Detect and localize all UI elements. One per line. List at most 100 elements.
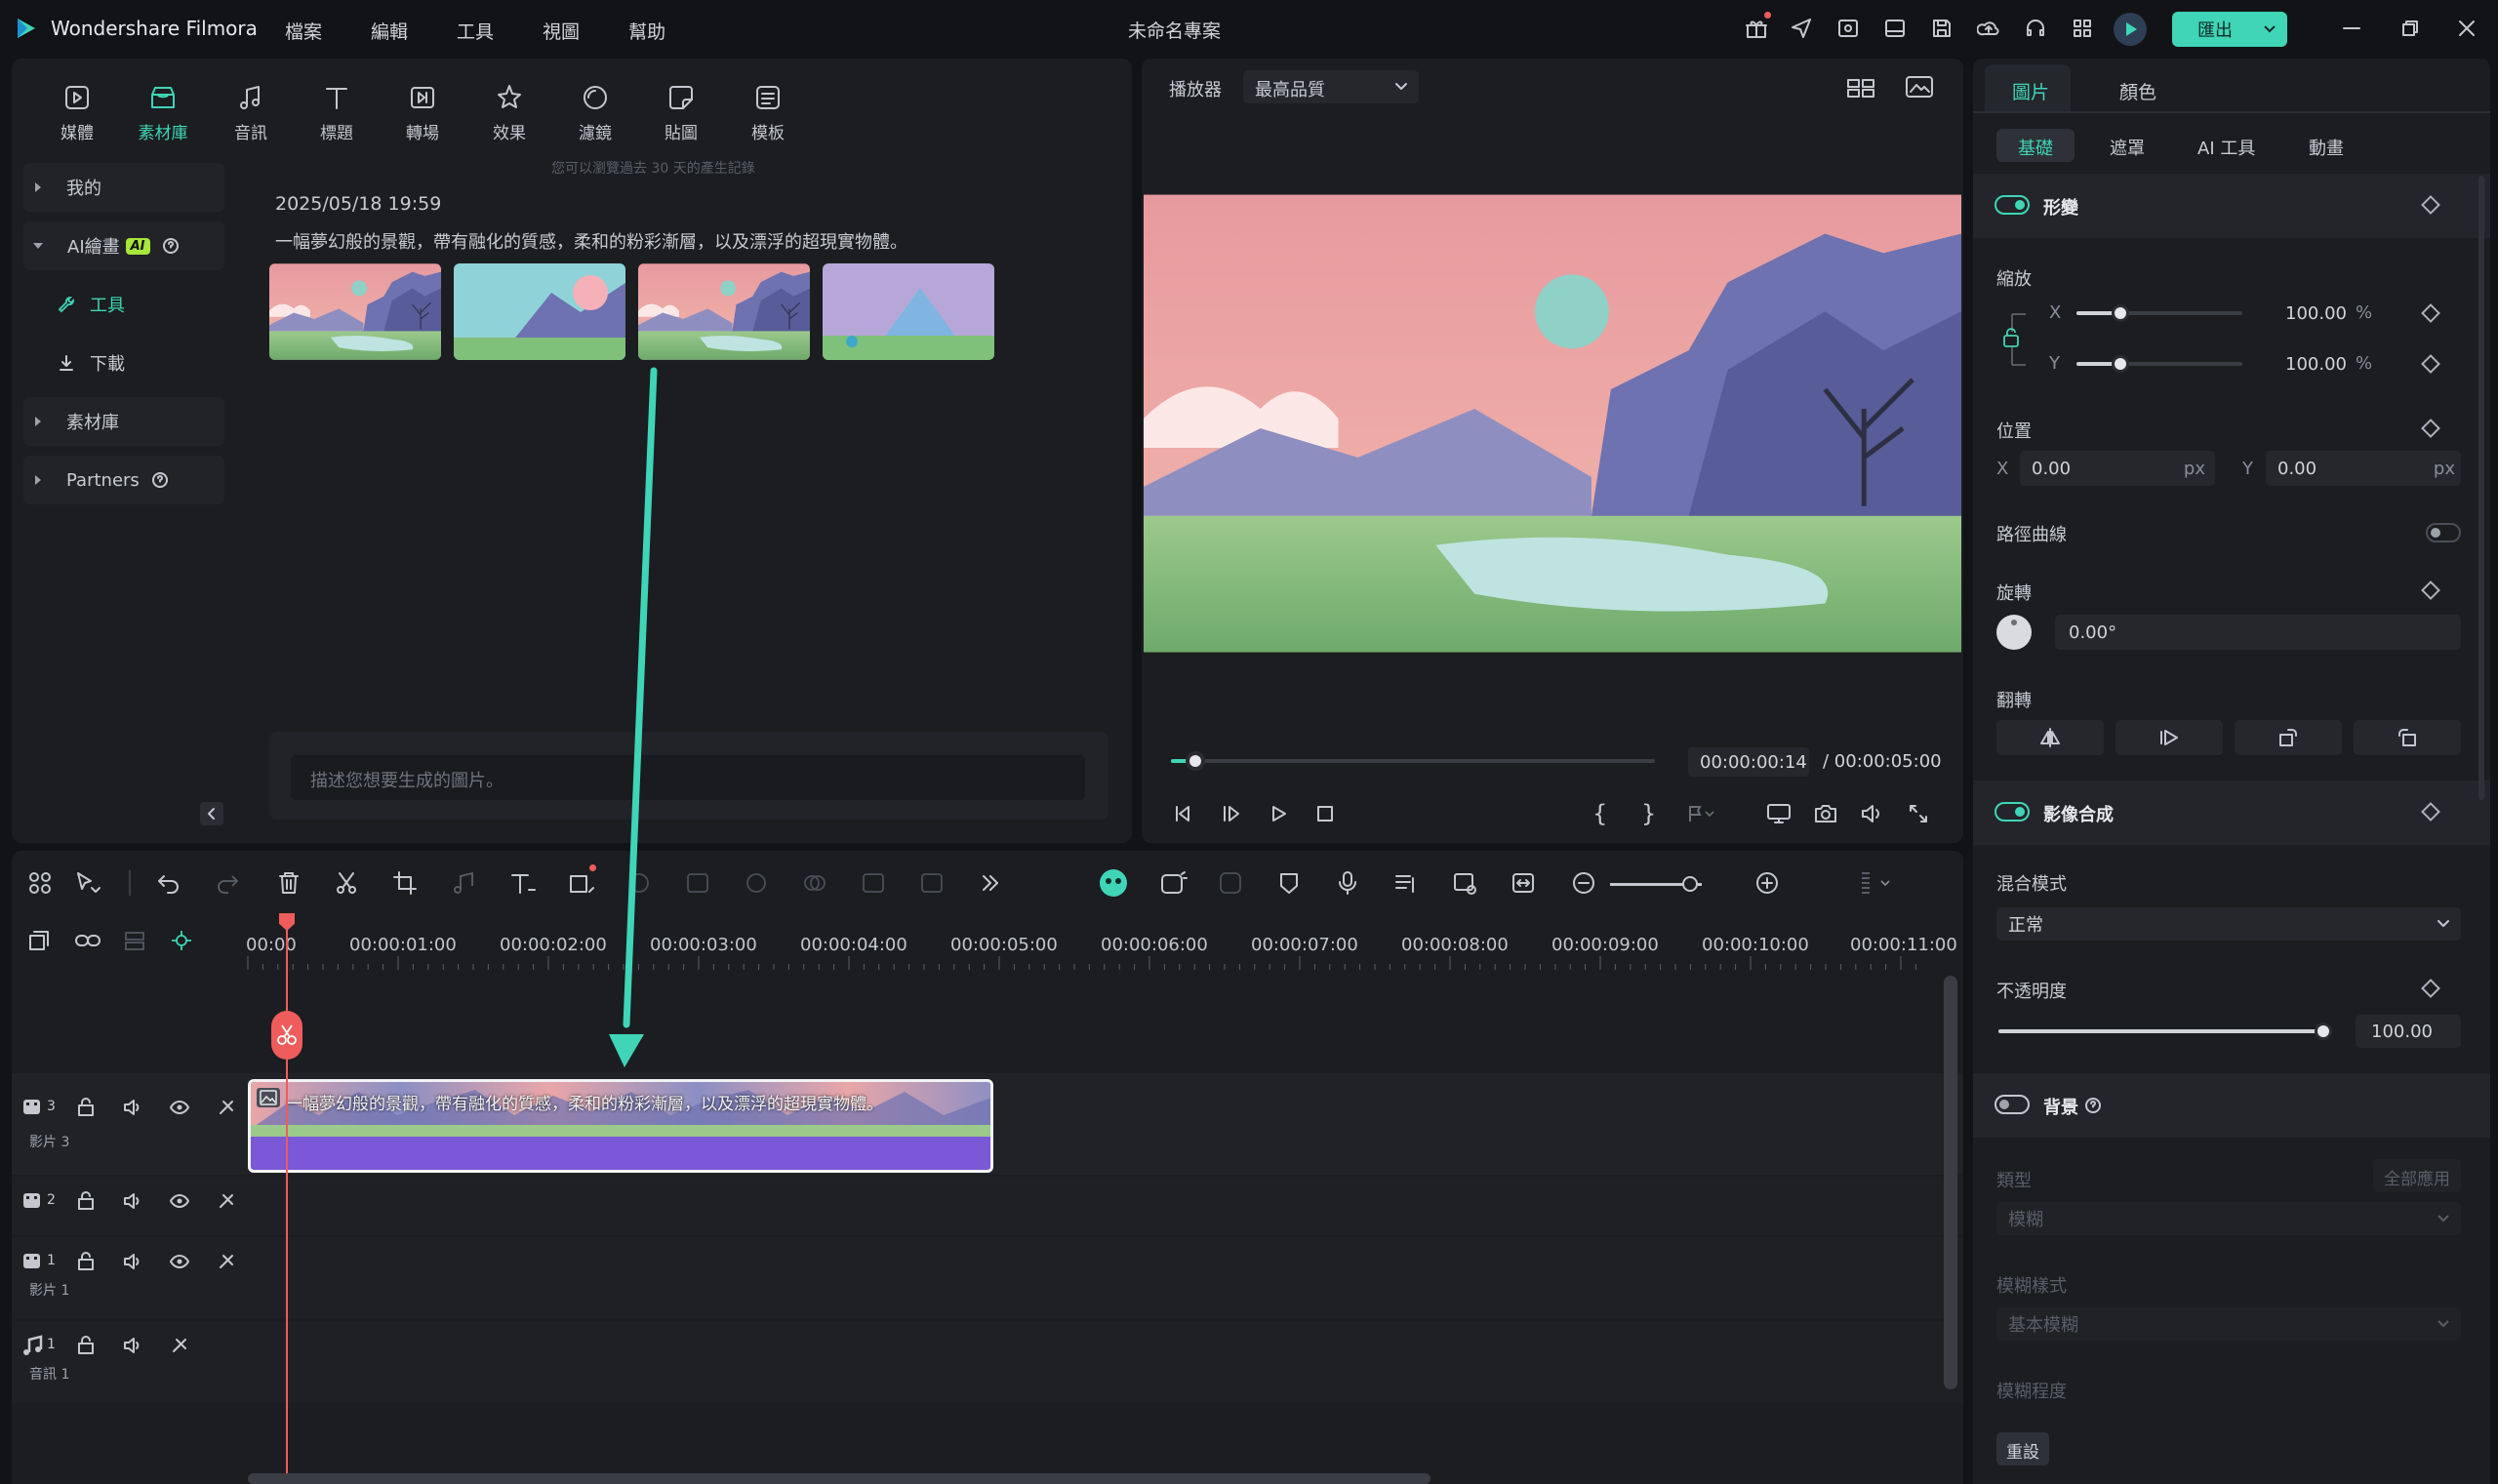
menu-tools[interactable]: 工具 bbox=[457, 18, 494, 44]
menu-view[interactable]: 視圖 bbox=[543, 18, 580, 44]
collapse-sidebar-button[interactable] bbox=[200, 802, 223, 825]
playback-scrubber[interactable] bbox=[1171, 751, 1655, 771]
zoom-in-icon[interactable] bbox=[1754, 870, 1780, 896]
minimize-icon[interactable] bbox=[2342, 19, 2361, 38]
track-settings-icon[interactable] bbox=[170, 1336, 189, 1355]
lock-ratio-icon[interactable] bbox=[2000, 308, 2034, 371]
tab-transitions[interactable]: 轉場 bbox=[388, 82, 457, 143]
tab-effects[interactable]: 效果 bbox=[475, 82, 544, 143]
flip-horizontal-button[interactable] bbox=[1996, 720, 2104, 755]
playhead[interactable] bbox=[286, 913, 288, 1484]
rotate-dial[interactable] bbox=[1996, 615, 2032, 650]
background-toggle[interactable] bbox=[1994, 1095, 2030, 1114]
snap-magnet-icon[interactable] bbox=[170, 929, 193, 952]
audio-mixer-icon[interactable] bbox=[1393, 870, 1419, 896]
track-height-icon[interactable] bbox=[123, 929, 146, 952]
speaker-icon[interactable] bbox=[123, 1191, 142, 1211]
timeline-clip[interactable]: 一幅夢幻般的景觀，帶有融化的質感，柔和的粉彩漸層，以及漂浮的超現實物體。 bbox=[248, 1079, 993, 1173]
help-icon[interactable] bbox=[2084, 1097, 2102, 1114]
screen-record-icon[interactable] bbox=[1836, 17, 1860, 40]
split-scissors-button[interactable] bbox=[271, 1011, 302, 1060]
cloud-upload-icon[interactable] bbox=[1977, 17, 2000, 40]
tab-titles[interactable]: 標題 bbox=[302, 82, 371, 143]
flip-vertical-button[interactable] bbox=[2115, 720, 2223, 755]
eye-icon[interactable] bbox=[170, 1252, 189, 1271]
track-settings-icon[interactable] bbox=[217, 1252, 236, 1271]
redo-icon[interactable] bbox=[215, 870, 240, 896]
link-icon[interactable] bbox=[74, 929, 103, 952]
track-settings-icon[interactable] bbox=[217, 1191, 236, 1211]
properties-scrollbar[interactable] bbox=[2478, 176, 2484, 800]
auto-highlight-icon[interactable] bbox=[1159, 870, 1189, 896]
subtab-animation[interactable]: 動畫 bbox=[2309, 135, 2344, 160]
layout-grid-icon[interactable] bbox=[27, 870, 53, 896]
close-icon[interactable] bbox=[2457, 19, 2477, 38]
tab-library[interactable]: 素材庫 bbox=[129, 82, 197, 143]
text-tool-icon[interactable] bbox=[509, 870, 539, 896]
camera-snapshot-icon[interactable] bbox=[1813, 802, 1838, 825]
export-button[interactable]: 匯出 bbox=[2172, 12, 2287, 47]
rotate-left-button[interactable] bbox=[2354, 720, 2461, 755]
background-type-select[interactable]: 模糊 bbox=[1996, 1202, 2461, 1235]
more-tools-icon[interactable] bbox=[978, 870, 1003, 896]
scale-y-slider[interactable] bbox=[2076, 355, 2242, 373]
prev-frame-icon[interactable] bbox=[1171, 802, 1194, 825]
play-reverse-icon[interactable] bbox=[1220, 802, 1243, 825]
fit-timeline-icon[interactable] bbox=[1511, 870, 1536, 896]
subtab-ai-tools[interactable]: AI 工具 bbox=[2197, 135, 2255, 160]
avatar[interactable] bbox=[2114, 13, 2147, 46]
position-y-input[interactable]: 0.00 px bbox=[2266, 451, 2461, 486]
track-options-icon[interactable] bbox=[1858, 870, 1897, 896]
folder-lock-icon[interactable] bbox=[76, 1191, 96, 1211]
slider-handle[interactable] bbox=[2112, 304, 2129, 322]
eye-icon[interactable] bbox=[170, 1191, 189, 1211]
fullscreen-icon[interactable] bbox=[1907, 802, 1930, 825]
translate-icon[interactable] bbox=[919, 870, 945, 896]
volume-icon[interactable] bbox=[1860, 802, 1885, 825]
folder-lock-icon[interactable] bbox=[76, 1336, 96, 1355]
speaker-icon[interactable] bbox=[123, 1252, 142, 1271]
blend-mode-select[interactable]: 正常 bbox=[1996, 907, 2461, 941]
sidebar-item-download[interactable]: 下載 bbox=[23, 339, 224, 387]
quality-select[interactable]: 最高品質 bbox=[1243, 70, 1419, 103]
timeline-horizontal-scrollbar[interactable] bbox=[248, 1473, 1430, 1484]
subtab-basic[interactable]: 基礎 bbox=[1996, 129, 2075, 162]
tab-filters[interactable]: 濾鏡 bbox=[561, 82, 629, 143]
tab-media[interactable]: 媒體 bbox=[43, 82, 111, 143]
ai-mate-icon[interactable] bbox=[1099, 868, 1128, 898]
folder-lock-icon[interactable] bbox=[76, 1098, 96, 1117]
transform-toggle[interactable] bbox=[1994, 195, 2030, 215]
select-tool-icon[interactable] bbox=[74, 870, 103, 896]
mark-in-icon[interactable]: { bbox=[1592, 800, 1607, 827]
apps-grid-icon[interactable] bbox=[2071, 17, 2094, 40]
rotate-right-button[interactable] bbox=[2235, 720, 2342, 755]
undo-icon[interactable] bbox=[156, 870, 181, 896]
slider-handle[interactable] bbox=[2315, 1023, 2332, 1040]
send-icon[interactable] bbox=[1790, 17, 1813, 40]
video-preview[interactable] bbox=[1144, 193, 1961, 654]
menu-file[interactable]: 檔案 bbox=[285, 18, 322, 44]
slider-handle[interactable] bbox=[1682, 876, 1698, 892]
reset-button[interactable]: 重設 bbox=[1996, 1432, 2049, 1465]
sidebar-item-ai-image[interactable]: AI繪畫 AI bbox=[23, 221, 224, 270]
opacity-input[interactable]: 100.00 bbox=[2356, 1015, 2461, 1048]
sidebar-item-mine[interactable]: 我的 bbox=[23, 163, 224, 212]
path-curve-toggle[interactable] bbox=[2426, 523, 2461, 542]
snapshot-track-icon[interactable] bbox=[1452, 870, 1477, 896]
audio-edit-icon[interactable] bbox=[451, 870, 476, 896]
help-icon[interactable] bbox=[162, 237, 180, 255]
render-preview-icon[interactable] bbox=[1218, 870, 1243, 896]
crop-icon[interactable] bbox=[392, 870, 418, 896]
zoom-out-icon[interactable] bbox=[1571, 870, 1596, 896]
sidebar-item-partners[interactable]: Partners bbox=[23, 456, 224, 504]
apply-all-button[interactable]: 全部應用 bbox=[2373, 1159, 2461, 1192]
timeline-vertical-scrollbar[interactable] bbox=[1944, 976, 1957, 1389]
help-icon[interactable] bbox=[151, 471, 169, 489]
rotate-input[interactable]: 0.00° bbox=[2055, 615, 2461, 650]
display-mode-icon[interactable] bbox=[1766, 802, 1792, 825]
grid-view-icon[interactable] bbox=[1846, 76, 1875, 100]
play-icon[interactable] bbox=[1267, 802, 1290, 825]
layout-icon[interactable] bbox=[1883, 17, 1907, 40]
mask-icon[interactable] bbox=[802, 870, 827, 896]
folder-lock-icon[interactable] bbox=[76, 1252, 96, 1271]
